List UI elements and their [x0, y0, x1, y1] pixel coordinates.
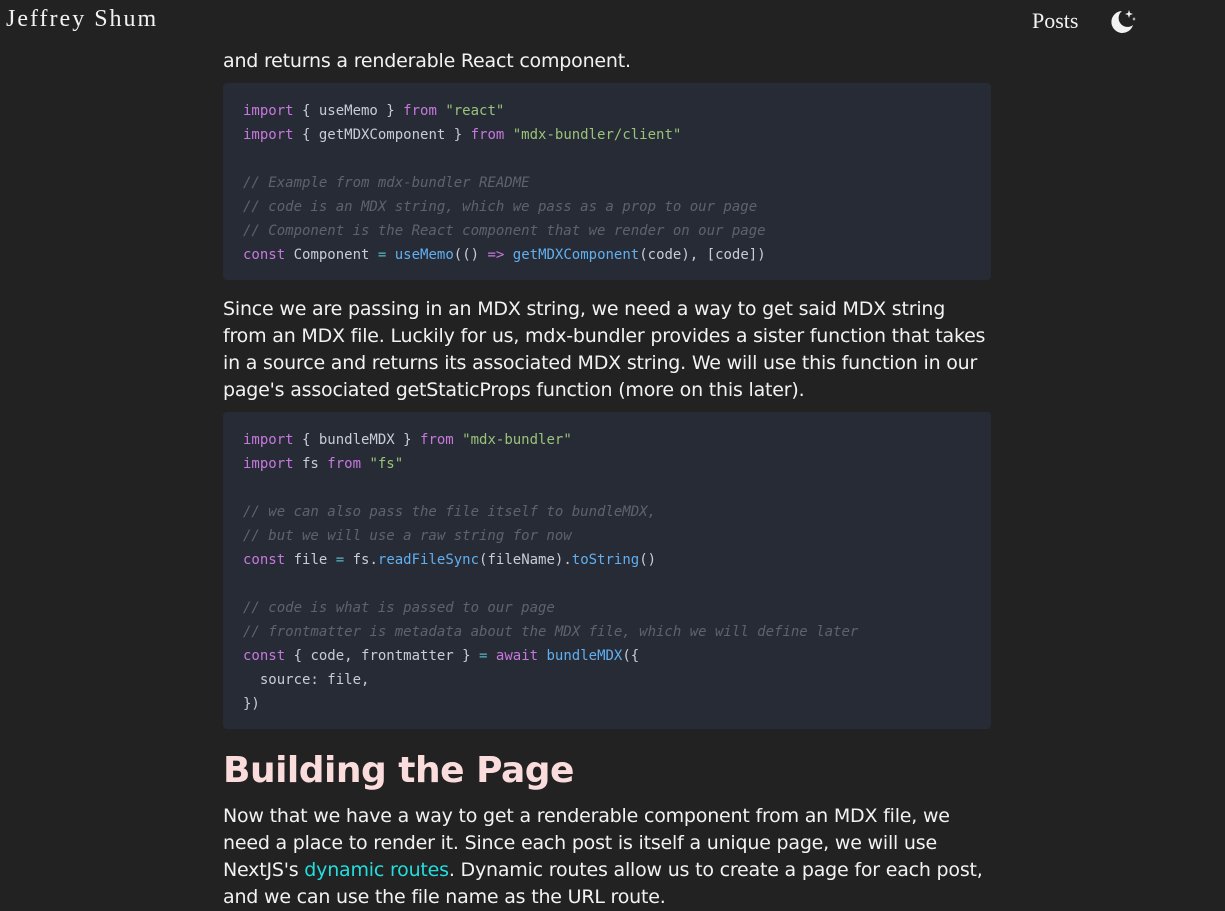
code-comment: // code is an MDX string, which we pass …: [243, 199, 758, 215]
nav-posts-link[interactable]: Posts: [1032, 8, 1078, 34]
code-line: import { bundleMDX } from "mdx-bundler": [243, 432, 572, 448]
code-comment: // code is what is passed to our page: [243, 600, 555, 616]
intro-paragraph-tail: and returns a renderable React component…: [223, 50, 631, 72]
top-nav: Jeffrey Shum Posts: [0, 0, 1225, 44]
code-comment: // but we will use a raw string for now: [243, 528, 572, 544]
code-comment: // Example from mdx-bundler README: [243, 175, 530, 191]
paragraph-building-page: Now that we have a way to get a renderab…: [223, 803, 991, 911]
dynamic-routes-link[interactable]: dynamic routes: [304, 859, 449, 881]
moon-stars-icon[interactable]: [1106, 6, 1138, 38]
paragraph-mdx-string: Since we are passing in an MDX string, w…: [223, 298, 986, 401]
site-brand[interactable]: Jeffrey Shum: [6, 6, 158, 33]
code-comment: // we can also pass the file itself to b…: [243, 504, 657, 520]
code-line: }): [243, 696, 260, 712]
code-block-content: import { bundleMDX } from "mdx-bundler" …: [243, 428, 971, 716]
code-block-usememo: import { useMemo } from "react" import {…: [223, 83, 991, 280]
code-line: const Component = useMemo(() => getMDXCo…: [243, 247, 766, 263]
code-comment: // Component is the React component that…: [243, 223, 766, 239]
code-line: import { getMDXComponent } from "mdx-bun…: [243, 127, 682, 143]
code-line: import fs from "fs": [243, 456, 404, 472]
article-body: and returns a renderable React component…: [223, 48, 991, 911]
code-line: const { code, frontmatter } = await bund…: [243, 648, 640, 664]
code-block-bundlemdx: import { bundleMDX } from "mdx-bundler" …: [223, 412, 991, 729]
code-comment: // frontmatter is metadata about the MDX…: [243, 624, 859, 640]
code-line: const file = fs.readFileSync(fileName).t…: [243, 552, 657, 568]
section-heading-building-page: Building the Page: [223, 750, 574, 791]
code-line: source: file,: [243, 672, 370, 688]
code-block-content: import { useMemo } from "react" import {…: [243, 99, 971, 267]
code-line: import { useMemo } from "react": [243, 103, 505, 119]
